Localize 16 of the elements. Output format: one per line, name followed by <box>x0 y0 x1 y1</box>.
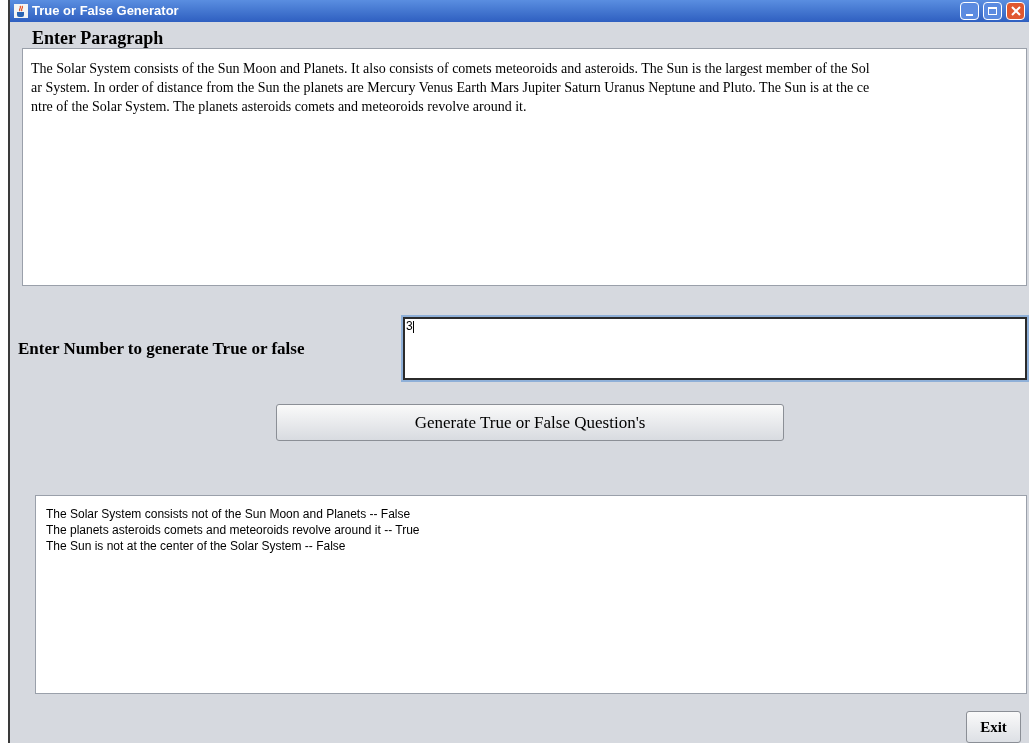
paragraph-label: Enter Paragraph <box>31 26 165 48</box>
close-button[interactable] <box>1006 1 1025 20</box>
result-line: The Sun is not at the center of the Solar System -- False <box>46 537 346 554</box>
results-text-area[interactable]: The Solar System consists not of the Sun Moon and Planets -- False The planets asteroids comets and meteoroids revolve around it -- True The Sun is not at the center of the Solar System -- False <box>35 494 1027 694</box>
exit-button[interactable]: Exit <box>966 711 1021 743</box>
number-input-field[interactable]: 3 <box>403 316 1027 380</box>
window-title: True or False Generator <box>32 2 179 21</box>
generate-button[interactable]: Generate True or False Question's <box>276 403 784 441</box>
result-line: The Solar System consists not of the Sun Moon and Planets -- False <box>46 505 411 522</box>
number-label: Enter Number to generate True or false <box>17 337 306 360</box>
result-line: The planets asteroids comets and meteoroids revolve around it -- True <box>46 521 420 538</box>
minimize-button[interactable] <box>960 1 979 20</box>
close-icon <box>1010 5 1021 16</box>
java-cup-icon <box>14 3 28 18</box>
maximize-button[interactable] <box>983 1 1002 20</box>
paragraph-text-area[interactable]: The Solar System consists of the Sun Moon and Planets. It also consists of comets meteoroids and asteroids. The Sun is the largest member of the Sol ar System. In order of distance from the Sun the planets are Mercury Venus Earth Mars Jupiter Saturn Uranus Neptune and Pluto. The Sun is at the ce ntre of the Solar System. The planets asteroids comets and meteoroids revolve around it. <box>22 47 1027 286</box>
